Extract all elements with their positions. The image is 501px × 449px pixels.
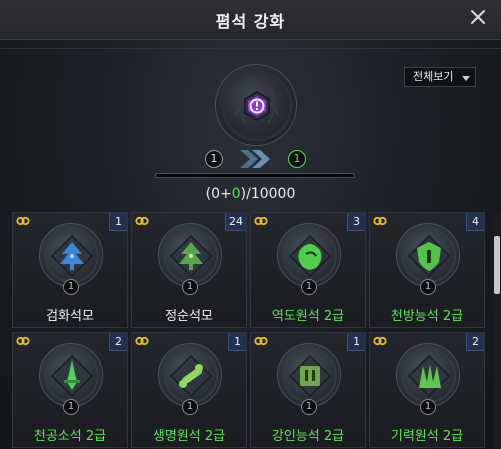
material-slot bbox=[158, 223, 222, 287]
exp-prefix: (0+ bbox=[205, 186, 232, 202]
link-icon bbox=[135, 336, 149, 346]
material-card[interactable]: 1 1 강인능석 2급 bbox=[250, 332, 366, 448]
link-icon bbox=[254, 336, 268, 346]
material-level-badge: 1 bbox=[182, 399, 198, 415]
link-icon bbox=[373, 216, 387, 226]
material-name: 생명원석 2급 bbox=[152, 429, 226, 444]
item-count-badge: 3 bbox=[347, 213, 365, 231]
exp-suffix: )/10000 bbox=[240, 186, 296, 202]
material-level-badge: 1 bbox=[301, 279, 317, 295]
exp-added: 0 bbox=[231, 186, 241, 202]
enhance-progress-bar bbox=[155, 173, 355, 178]
item-count-badge: 1 bbox=[109, 213, 127, 231]
item-count-badge: 1 bbox=[228, 333, 246, 351]
double-chevron-right-icon bbox=[240, 150, 270, 168]
material-slot bbox=[39, 223, 103, 287]
material-card[interactable]: 3 1 역도원석 2급 bbox=[250, 212, 366, 328]
close-button[interactable] bbox=[469, 8, 487, 26]
item-count-badge: 2 bbox=[109, 333, 127, 351]
next-level-badge: 1 bbox=[288, 150, 306, 168]
material-card[interactable]: 4 1 천방능석 2급 bbox=[369, 212, 485, 328]
material-card[interactable]: 2 1 기력원석 2급 bbox=[369, 332, 485, 448]
material-slot bbox=[396, 343, 460, 407]
material-name: 천방능석 2급 bbox=[390, 309, 464, 324]
link-icon bbox=[254, 216, 268, 226]
material-slot bbox=[396, 223, 460, 287]
target-gem-slot[interactable] bbox=[215, 64, 297, 146]
material-level-badge: 1 bbox=[182, 279, 198, 295]
material-level-badge: 1 bbox=[301, 399, 317, 415]
material-card[interactable]: 2 1 천공소석 2급 bbox=[12, 332, 128, 448]
link-icon bbox=[16, 336, 30, 346]
close-icon bbox=[471, 10, 485, 24]
scroll-thumb[interactable] bbox=[494, 236, 500, 294]
material-level-badge: 1 bbox=[420, 399, 436, 415]
material-name: 강인능석 2급 bbox=[271, 429, 345, 444]
material-slot bbox=[158, 343, 222, 407]
chevron-down-icon bbox=[462, 76, 470, 81]
item-count-badge: 2 bbox=[466, 333, 484, 351]
purple-gem-icon bbox=[221, 70, 293, 142]
link-icon bbox=[135, 216, 149, 226]
window-title: 폄석 강화 bbox=[215, 12, 286, 31]
material-name: 기력원석 2급 bbox=[390, 429, 464, 444]
material-card[interactable]: 1 1 검화석모 bbox=[12, 212, 128, 328]
view-all-label: 전체보기 bbox=[413, 70, 454, 83]
scrollbar[interactable] bbox=[493, 212, 501, 449]
panel-divider bbox=[0, 48, 501, 60]
current-level-badge: 1 bbox=[205, 150, 223, 168]
material-level-badge: 1 bbox=[420, 279, 436, 295]
material-name: 검화석모 bbox=[46, 309, 94, 324]
material-slot bbox=[277, 223, 341, 287]
item-count-badge: 24 bbox=[225, 213, 246, 231]
material-name: 천공소석 2급 bbox=[33, 429, 107, 444]
item-count-badge: 1 bbox=[347, 333, 365, 351]
item-count-badge: 4 bbox=[466, 213, 484, 231]
material-card[interactable]: 24 1 정순석모 bbox=[131, 212, 247, 328]
material-name: 정순석모 bbox=[165, 309, 213, 324]
title-bar: 폄석 강화 bbox=[0, 0, 501, 40]
material-card[interactable]: 1 1 생명원석 2급 bbox=[131, 332, 247, 448]
material-slot bbox=[39, 343, 103, 407]
link-icon bbox=[373, 336, 387, 346]
view-all-dropdown[interactable]: 전체보기 bbox=[404, 67, 476, 87]
material-level-badge: 1 bbox=[63, 399, 79, 415]
material-slot bbox=[277, 343, 341, 407]
link-icon bbox=[16, 216, 30, 226]
material-level-badge: 1 bbox=[63, 279, 79, 295]
material-name: 역도원석 2급 bbox=[271, 309, 345, 324]
exp-text: (0+0)/10000 bbox=[0, 186, 501, 202]
